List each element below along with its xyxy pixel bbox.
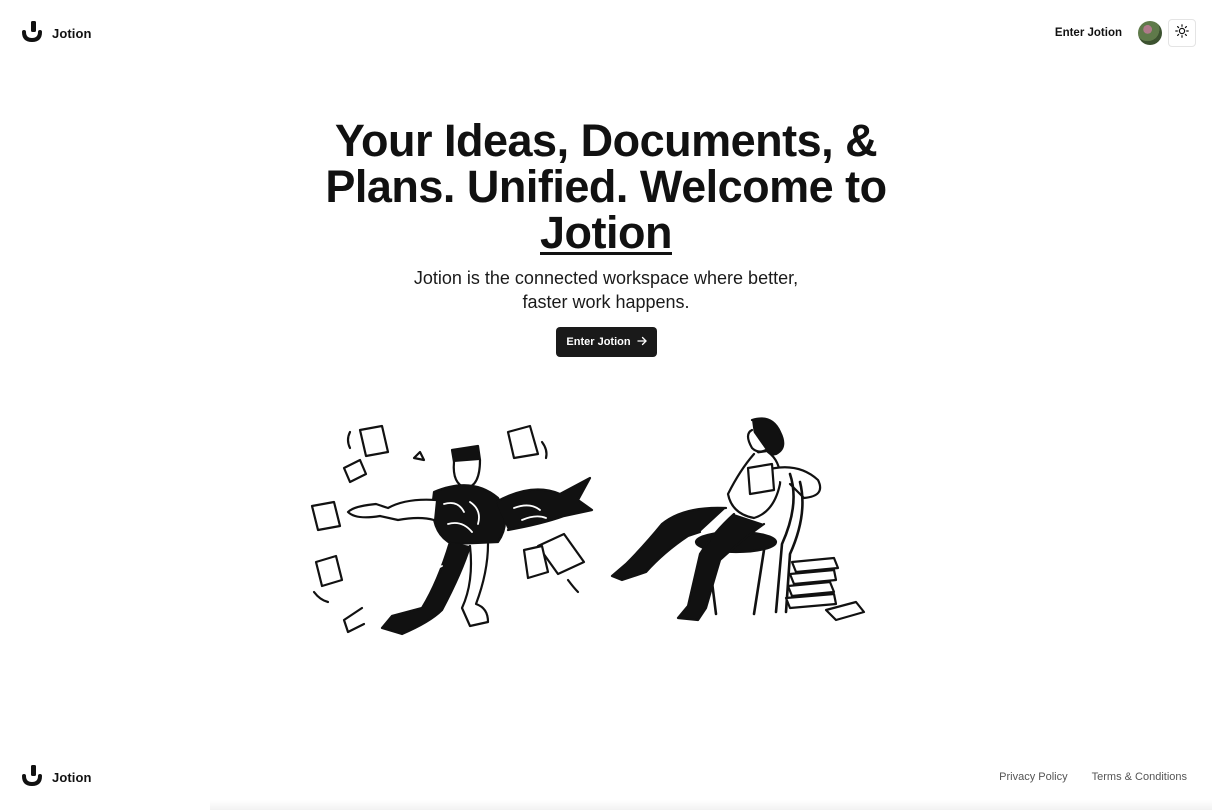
- jotion-logo-icon: [22, 764, 42, 791]
- user-avatar[interactable]: [1138, 21, 1162, 45]
- terms-conditions-link[interactable]: Terms & Conditions: [1092, 771, 1187, 783]
- documents-illustration: [302, 412, 594, 653]
- footer: Jotion Privacy Policy Terms & Conditions: [0, 752, 1212, 802]
- reading-illustration: [604, 414, 868, 631]
- brand-name: Jotion: [52, 25, 92, 41]
- jotion-logo-icon: [22, 20, 42, 47]
- theme-toggle-button[interactable]: [1168, 19, 1196, 47]
- hero-title: Your Ideas, Documents, & Plans. Unified.…: [306, 118, 906, 256]
- footer-links: Privacy Policy Terms & Conditions: [999, 771, 1187, 783]
- enter-jotion-button[interactable]: Enter Jotion: [556, 327, 657, 357]
- sun-icon: [1175, 23, 1189, 43]
- nav-actions: Enter Jotion: [1053, 19, 1196, 47]
- arrow-right-icon: [636, 336, 647, 349]
- hero-title-brand: Jotion: [540, 207, 672, 258]
- hero-subtitle: Jotion is the connected workspace where …: [413, 268, 799, 312]
- bottom-edge-shadow: [210, 800, 1212, 810]
- navbar: Jotion Enter Jotion: [0, 0, 1212, 66]
- enter-jotion-button-label: Enter Jotion: [566, 336, 631, 348]
- footer-brand[interactable]: Jotion: [22, 764, 92, 791]
- enter-jotion-link[interactable]: Enter Jotion: [1053, 21, 1124, 45]
- privacy-policy-link[interactable]: Privacy Policy: [999, 771, 1067, 783]
- brand[interactable]: Jotion: [22, 20, 92, 47]
- hero-title-text: Your Ideas, Documents, & Plans. Unified.…: [325, 115, 887, 212]
- footer-brand-name: Jotion: [52, 769, 92, 785]
